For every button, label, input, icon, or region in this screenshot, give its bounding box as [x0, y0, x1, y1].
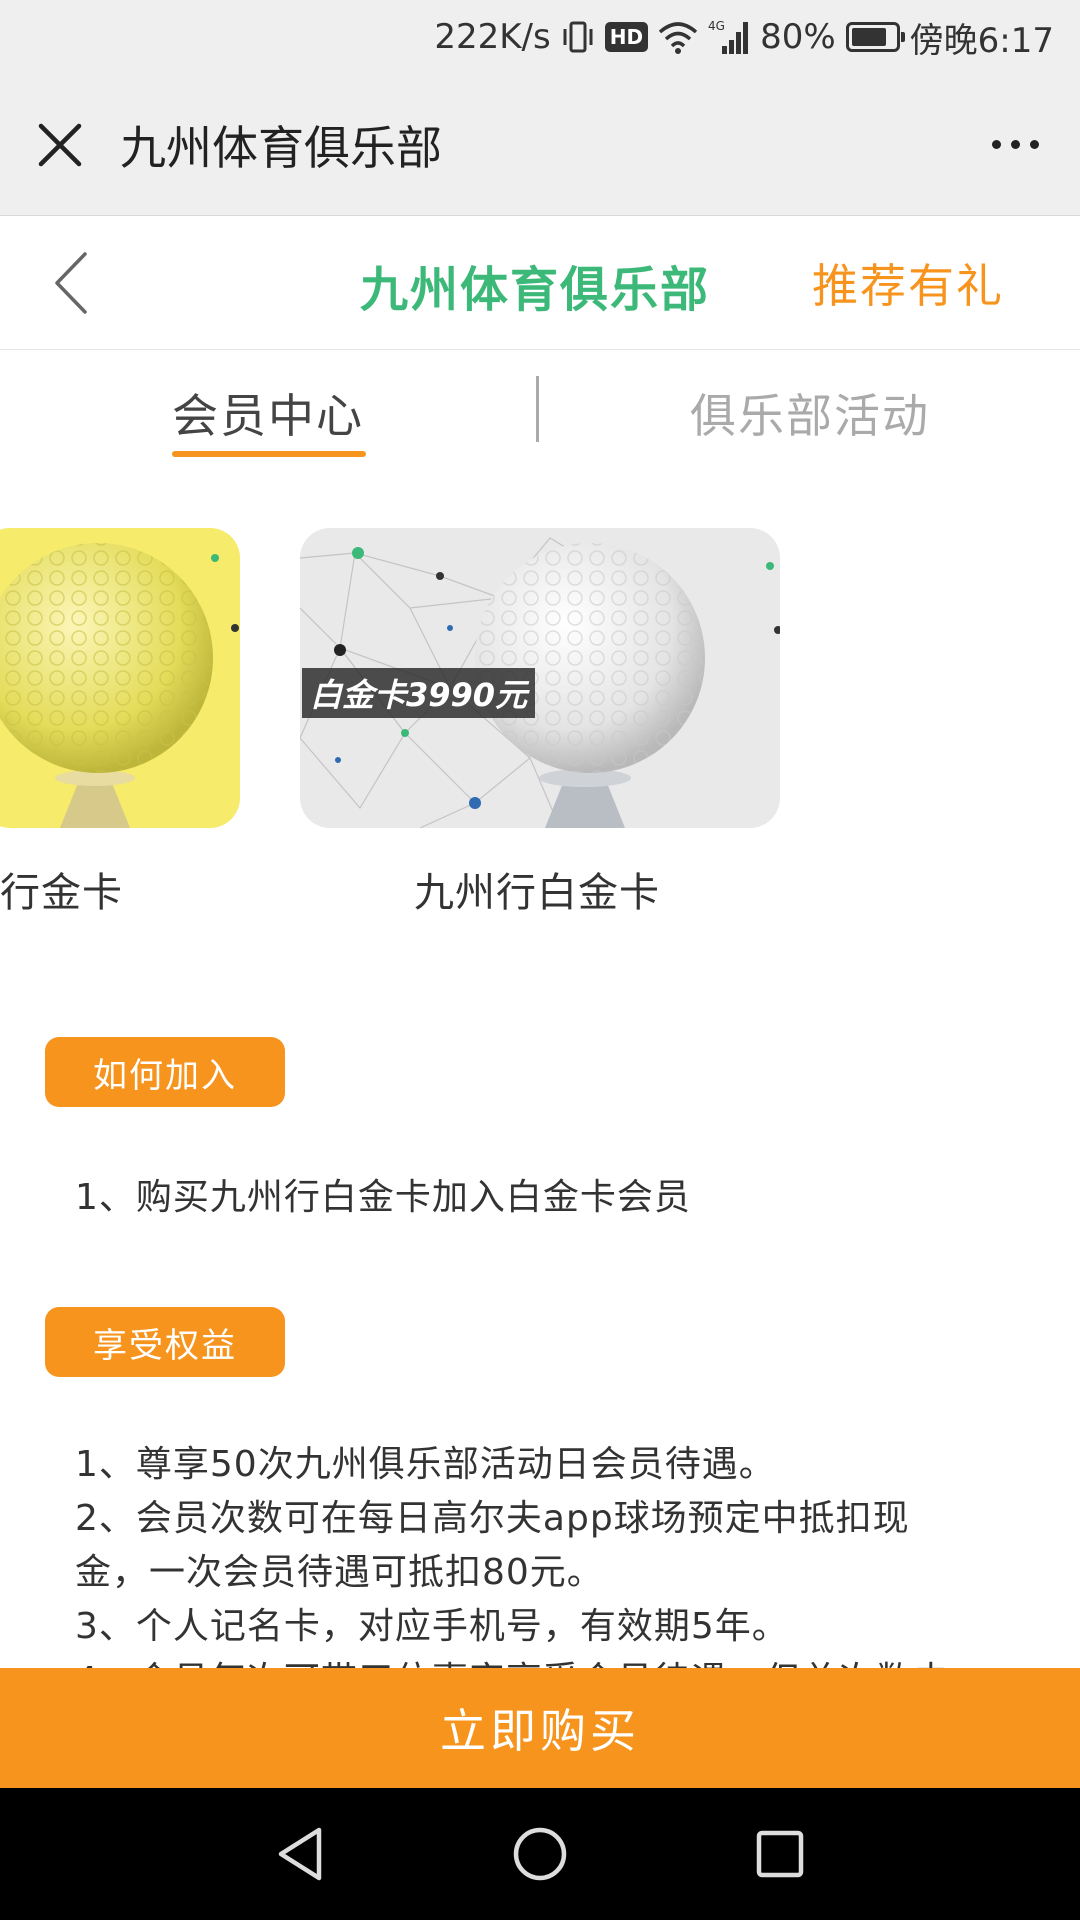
- nav-home-icon: [513, 1827, 567, 1881]
- svg-text:4G: 4G: [708, 19, 725, 33]
- tab-club-activities[interactable]: 俱乐部活动: [690, 380, 930, 446]
- page-title: 九州体育俱乐部: [360, 262, 711, 318]
- tab-bar: 会员中心 俱乐部活动: [0, 350, 1080, 460]
- nav-home-button[interactable]: [504, 1818, 576, 1890]
- wechat-title-bar: 九州体育俱乐部: [0, 74, 1080, 216]
- platinum-card-caption: 九州行白金卡: [414, 870, 660, 916]
- platinum-card-image[interactable]: 白金卡3990元: [300, 528, 780, 828]
- benefit-line: 金，一次会员待遇可抵扣80元。: [75, 1552, 604, 1593]
- benefit-line: 2、会员次数可在每日高尔夫app球场预定中抵扣现: [75, 1498, 910, 1539]
- how-to-join-tag: 如何加入: [45, 1037, 285, 1107]
- benefit-line: 1、尊享50次九州俱乐部活动日会员待遇。: [75, 1444, 776, 1485]
- buy-now-button[interactable]: 立即购买: [0, 1668, 1080, 1788]
- nav-back-icon: [278, 1827, 322, 1881]
- tab-member-center[interactable]: 会员中心: [172, 380, 364, 446]
- nav-recent-icon: [756, 1830, 804, 1878]
- benefits-tag: 享受权益: [45, 1307, 285, 1377]
- battery-percent: 80%: [760, 17, 836, 57]
- wifi-icon: [658, 17, 698, 57]
- more-button[interactable]: [950, 74, 1080, 216]
- more-icon: [991, 140, 1001, 149]
- wechat-title: 九州体育俱乐部: [120, 120, 442, 175]
- benefit-line: 3、个人记名卡，对应手机号，有效期5年。: [75, 1606, 789, 1647]
- status-bar: 222K/s HD 4G 80% 傍晚6:17: [0, 0, 1080, 74]
- battery-icon: [845, 22, 905, 52]
- recommend-gift-link[interactable]: 推荐有礼: [812, 250, 1004, 316]
- vibrate-icon: [561, 17, 595, 57]
- clock: 傍晚6:17: [909, 20, 1054, 61]
- close-button[interactable]: [0, 74, 120, 216]
- benefits-list: 1、尊享50次九州俱乐部活动日会员待遇。 2、会员次数可在每日高尔夫app球场预…: [75, 1438, 975, 1672]
- join-line: 1、购买九州行白金卡加入白金卡会员: [75, 1177, 691, 1218]
- hd-badge: HD: [604, 22, 649, 52]
- gold-card-image[interactable]: [0, 528, 240, 828]
- close-icon: [38, 123, 82, 166]
- back-icon: [55, 252, 87, 314]
- network-speed: 222K/s: [434, 17, 551, 57]
- signal-icon: 4G: [708, 17, 750, 57]
- nav-back-button[interactable]: [264, 1818, 336, 1890]
- active-tab-indicator: [172, 451, 366, 457]
- nav-recent-button[interactable]: [744, 1818, 816, 1890]
- gold-card-caption: 行金卡: [0, 870, 123, 916]
- tab-divider: [536, 376, 539, 442]
- system-nav-bar: [0, 1788, 1080, 1920]
- back-button[interactable]: [36, 246, 106, 320]
- platinum-card-price-badge: 白金卡3990元: [302, 668, 536, 718]
- page-header: 九州体育俱乐部 推荐有礼: [0, 216, 1080, 350]
